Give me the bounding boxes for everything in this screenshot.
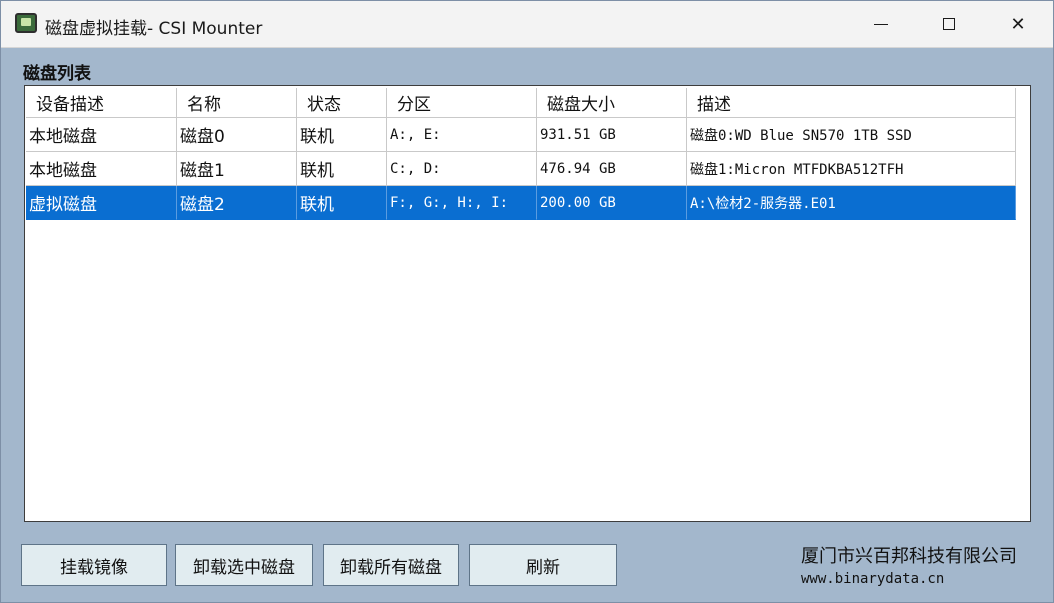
cell-size: 476.94 GB	[537, 152, 687, 186]
cell-device: 本地磁盘	[26, 118, 177, 152]
cell-partition: A:, E:	[387, 118, 537, 152]
disk-table: 设备描述 名称 状态 分区 磁盘大小 描述 本地磁盘 磁盘0 联机 A:, E:…	[26, 88, 1016, 220]
maximize-button[interactable]	[915, 1, 983, 47]
company-website: www.binarydata.cn	[801, 571, 945, 587]
table-row[interactable]: 本地磁盘 磁盘1 联机 C:, D: 476.94 GB 磁盘1:Micron …	[26, 152, 1016, 186]
cell-description: 磁盘0:WD Blue SN570 1TB SSD	[687, 118, 1016, 152]
table-header: 设备描述 名称 状态 分区 磁盘大小 描述	[26, 88, 1016, 118]
app-window: 磁盘虚拟挂载- CSI Mounter ✕ 磁盘列表 设备描述 名称 状态 分区…	[0, 0, 1054, 603]
column-header-partition[interactable]: 分区	[387, 88, 537, 117]
cell-name: 磁盘1	[177, 152, 297, 186]
column-header-status[interactable]: 状态	[297, 88, 387, 117]
cell-name: 磁盘0	[177, 118, 297, 152]
minimize-icon	[874, 23, 888, 25]
cell-status: 联机	[297, 152, 387, 186]
cell-description: 磁盘1:Micron MTFDKBA512TFH	[687, 152, 1016, 186]
unmount-selected-button[interactable]: 卸载选中磁盘	[175, 544, 313, 586]
cell-name: 磁盘2	[177, 186, 297, 220]
cell-partition: F:, G:, H:, I:	[387, 186, 537, 220]
company-name: 厦门市兴百邦科技有限公司	[801, 546, 1017, 567]
maximize-icon	[943, 18, 955, 30]
close-button[interactable]: ✕	[984, 1, 1052, 47]
cell-device: 虚拟磁盘	[26, 186, 177, 220]
refresh-button[interactable]: 刷新	[469, 544, 617, 586]
cell-device: 本地磁盘	[26, 152, 177, 186]
cell-description: A:\检材2-服务器.E01	[687, 186, 1016, 220]
cell-status: 联机	[297, 118, 387, 152]
cell-status: 联机	[297, 186, 387, 220]
column-header-description[interactable]: 描述	[687, 88, 1016, 117]
disk-list-label: 磁盘列表	[23, 64, 91, 84]
close-icon: ✕	[1010, 13, 1026, 35]
cell-partition: C:, D:	[387, 152, 537, 186]
column-header-size[interactable]: 磁盘大小	[537, 88, 687, 117]
title-bar[interactable]: 磁盘虚拟挂载- CSI Mounter ✕	[1, 1, 1053, 48]
cell-size: 200.00 GB	[537, 186, 687, 220]
table-row[interactable]: 本地磁盘 磁盘0 联机 A:, E: 931.51 GB 磁盘0:WD Blue…	[26, 118, 1016, 152]
disk-list[interactable]: 设备描述 名称 状态 分区 磁盘大小 描述 本地磁盘 磁盘0 联机 A:, E:…	[24, 85, 1031, 522]
unmount-all-button[interactable]: 卸载所有磁盘	[323, 544, 459, 586]
column-header-device[interactable]: 设备描述	[26, 88, 177, 117]
column-header-name[interactable]: 名称	[177, 88, 297, 117]
mount-image-button[interactable]: 挂载镜像	[21, 544, 167, 586]
disk-app-icon	[15, 13, 37, 33]
window-title: 磁盘虚拟挂载- CSI Mounter	[45, 19, 263, 39]
minimize-button[interactable]	[847, 1, 915, 47]
table-row-selected[interactable]: 虚拟磁盘 磁盘2 联机 F:, G:, H:, I: 200.00 GB A:\…	[26, 186, 1016, 220]
cell-size: 931.51 GB	[537, 118, 687, 152]
